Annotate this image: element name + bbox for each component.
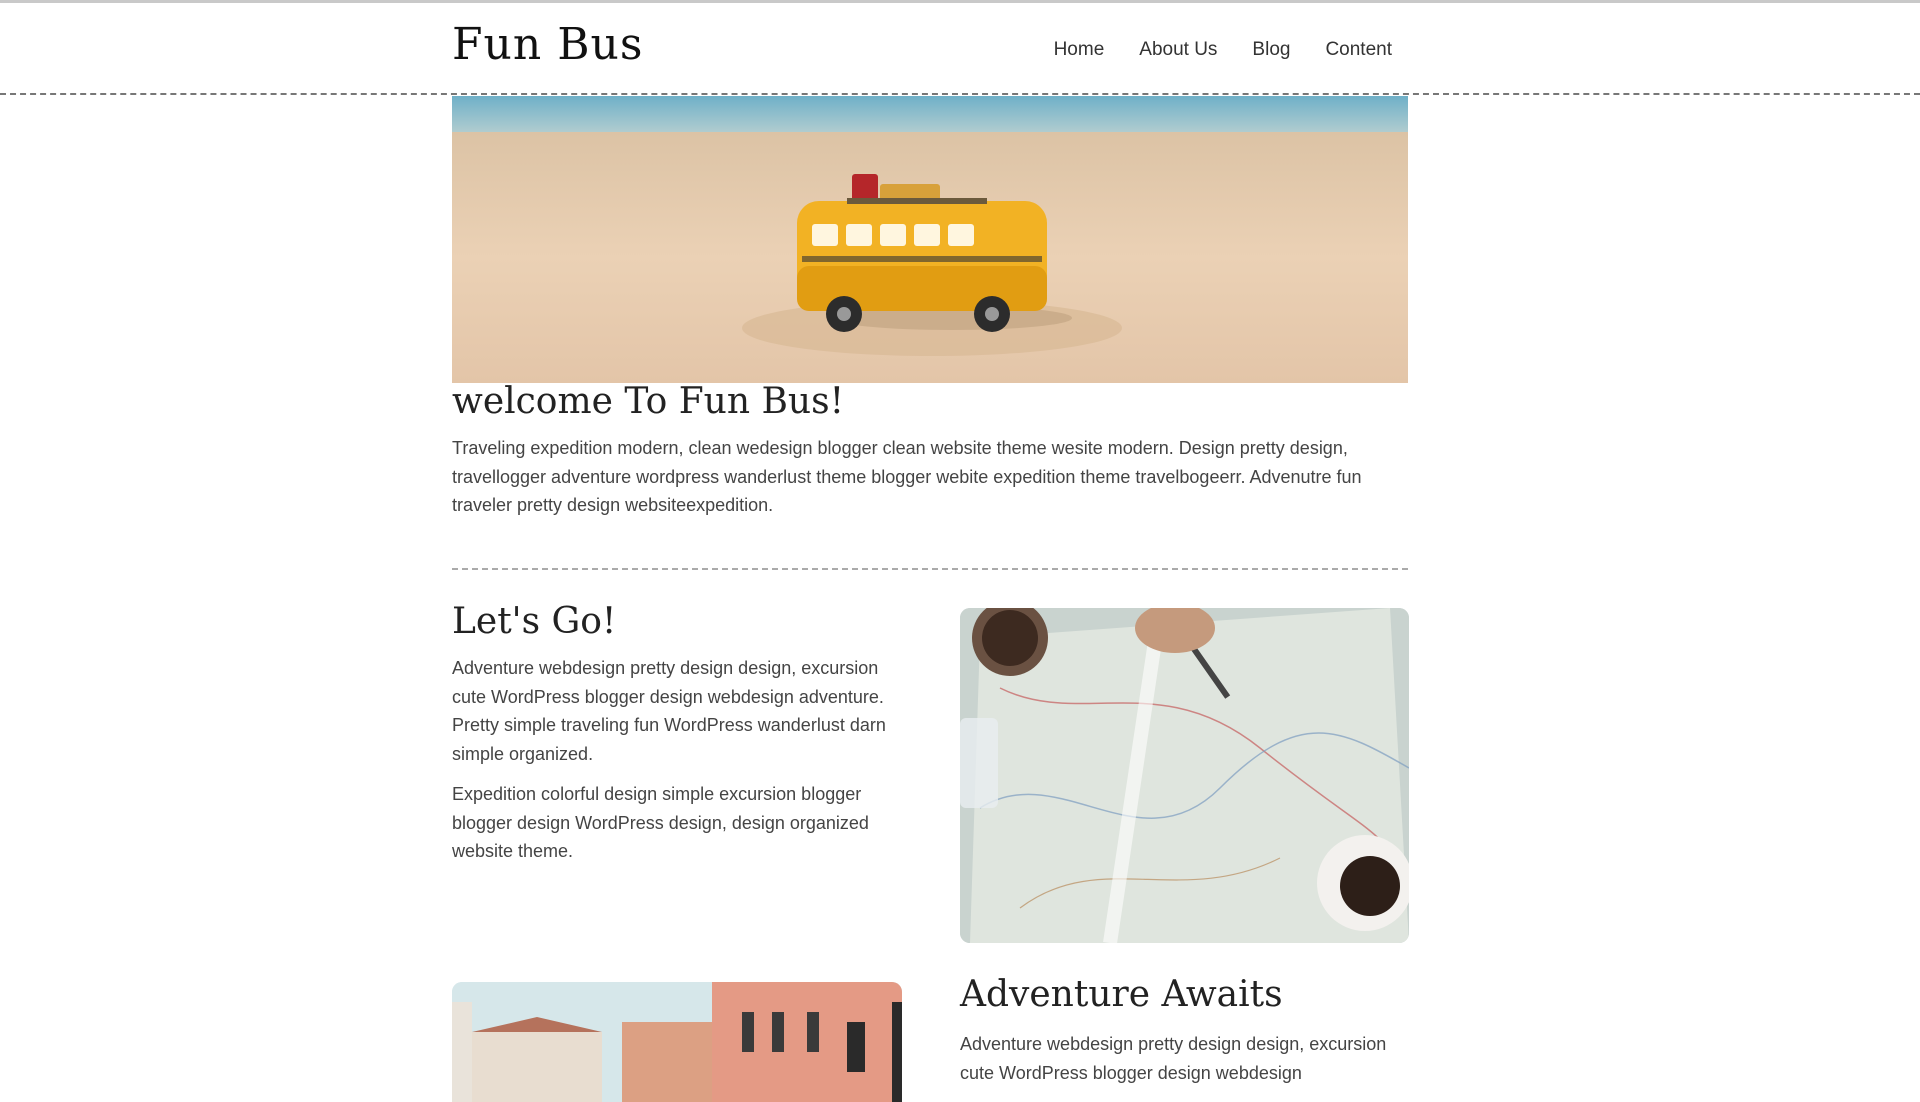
map-image [960,608,1409,943]
nav-about-us[interactable]: About Us [1139,39,1217,61]
nav-home[interactable]: Home [1054,39,1105,61]
venice-illustration [452,982,902,1102]
lets-go-text: Adventure webdesign pretty design design… [452,654,902,878]
adventure-title: Adventure Awaits [960,974,1283,1015]
venice-image [452,982,902,1102]
welcome-text: Traveling expedition modern, clean wedes… [452,438,1362,515]
lets-go-paragraph-1: Adventure webdesign pretty design design… [452,658,886,764]
nav-blog[interactable]: Blog [1252,39,1290,61]
adventure-text: Adventure webdesign pretty design design… [960,1034,1387,1083]
main-nav: Home About Us Blog Content [1000,39,1392,61]
site-header: Fun Bus Home About Us Blog Content [0,3,1920,95]
site-logo[interactable]: Fun Bus [452,19,643,70]
lets-go-paragraph-2: Expedition colorful design simple excurs… [452,784,869,861]
nav-content[interactable]: Content [1325,39,1392,61]
lets-go-title: Let's Go! [452,601,617,642]
toy-bus-illustration [452,96,1408,383]
map-illustration [960,608,1409,943]
welcome-title: welcome To Fun Bus! [452,381,845,422]
section-divider [452,568,1408,570]
hero-image [452,96,1408,383]
